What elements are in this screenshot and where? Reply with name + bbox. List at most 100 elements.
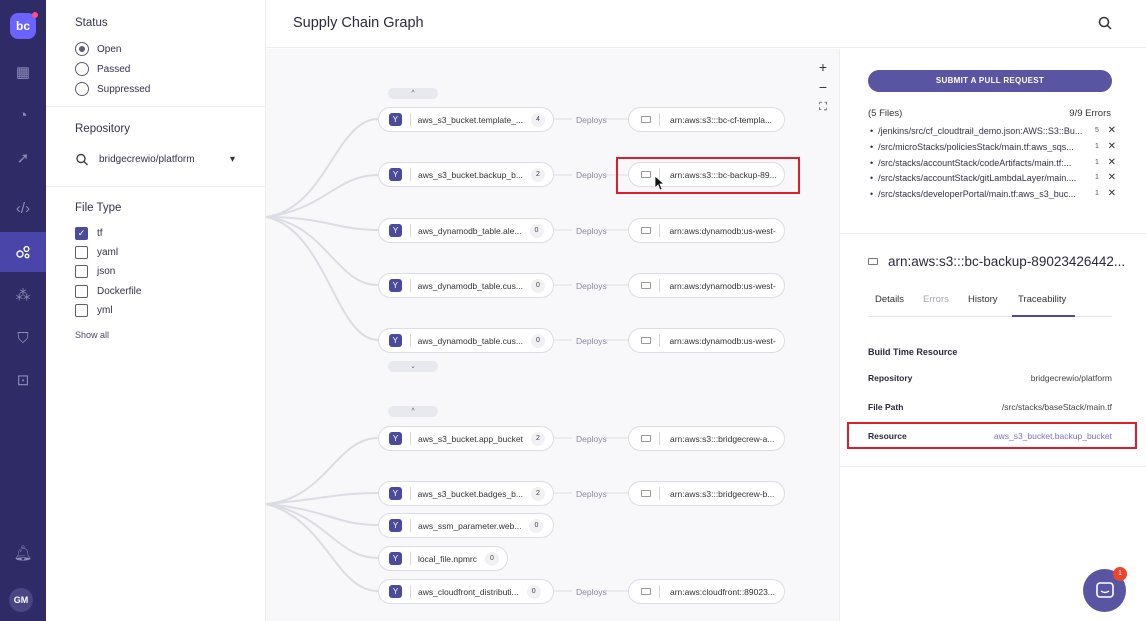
active-tab-indicator bbox=[1012, 315, 1075, 317]
fit-screen-button[interactable]: ⛶ bbox=[814, 97, 832, 117]
terraform-icon: Y bbox=[389, 168, 402, 181]
resource-node-label: aws_s3_bucket.app_bucket bbox=[418, 433, 523, 444]
error-count-badge: 2 bbox=[530, 167, 545, 182]
cloud-resource-node[interactable]: arn:aws:s3:::bridgecrew-a... bbox=[628, 426, 785, 451]
error-count-badge: 0 bbox=[526, 584, 541, 599]
status-open-radio[interactable]: Open bbox=[75, 42, 121, 56]
filetype-tf-checkbox[interactable]: ✓ tf bbox=[75, 227, 103, 240]
file-row[interactable]: •/jenkins/src/cf_cloudtrail_demo.json:AW… bbox=[870, 125, 1116, 136]
status-option-label: Suppressed bbox=[97, 83, 151, 95]
close-icon[interactable]: ✕ bbox=[1104, 172, 1116, 183]
tab-traceability[interactable]: Traceability bbox=[1018, 294, 1066, 305]
cloud-resource-icon bbox=[641, 227, 651, 234]
show-all-link[interactable]: Show all bbox=[75, 330, 109, 340]
close-icon[interactable]: ✕ bbox=[1104, 188, 1116, 199]
search-icon[interactable] bbox=[1098, 16, 1112, 30]
repository-value: bridgecrewio/platform bbox=[1030, 373, 1112, 383]
resource-node[interactable]: Y aws_ssm_parameter.web... 0 bbox=[378, 513, 554, 538]
resource-node[interactable]: Y aws_cloudfront_distributi... 0 bbox=[378, 579, 554, 604]
error-count-badge: 0 bbox=[529, 223, 544, 238]
zoom-out-button[interactable]: − bbox=[814, 77, 832, 97]
checkmark-icon: ✓ bbox=[75, 227, 88, 240]
integrations-icon[interactable]: ⊡ bbox=[0, 360, 46, 400]
file-row[interactable]: •/src/stacks/developerPortal/main.tf:aws… bbox=[870, 188, 1116, 199]
status-title: Status bbox=[75, 17, 108, 29]
filetype-yml-checkbox[interactable]: yml bbox=[75, 304, 113, 317]
launch-icon[interactable]: ➚ bbox=[0, 138, 46, 178]
cloud-resource-label: arn:aws:dynamodb:us-west-... bbox=[669, 280, 776, 291]
graph-icon[interactable] bbox=[0, 232, 46, 272]
submit-pull-request-button[interactable]: SUBMIT A PULL REQUEST bbox=[868, 70, 1112, 92]
divider bbox=[840, 233, 1146, 234]
repository-select[interactable]: bridgecrewio/platform ▾ bbox=[75, 153, 235, 166]
details-panel: SUBMIT A PULL REQUEST (5 Files) 9/9 Erro… bbox=[839, 49, 1146, 621]
cloud-resource-icon bbox=[641, 337, 651, 344]
close-icon[interactable]: ✕ bbox=[1104, 125, 1116, 136]
collapse-up-button[interactable]: ^ bbox=[388, 88, 438, 99]
resource-node-label: aws_s3_bucket.template_... bbox=[417, 114, 523, 125]
dashboard-icon[interactable]: ▦ bbox=[0, 52, 46, 92]
collapse-up-button[interactable]: ^ bbox=[388, 406, 438, 417]
bell-icon[interactable]: 🔔︎ bbox=[0, 533, 46, 573]
cloud-resource-node[interactable]: arn:aws:cloudfront::89023... bbox=[628, 579, 785, 604]
shield-icon[interactable]: ⛉ bbox=[0, 318, 46, 358]
filter-panel: Status Open Passed Suppressed Repository… bbox=[46, 0, 266, 621]
chat-button[interactable]: 1 bbox=[1083, 567, 1127, 612]
user-avatar[interactable]: GM bbox=[9, 588, 33, 612]
cloud-resource-node[interactable]: arn:aws:s3:::bc-cf-templa... bbox=[628, 107, 785, 132]
status-suppressed-radio[interactable]: Suppressed bbox=[75, 82, 150, 96]
edge-label: Deploys bbox=[576, 336, 607, 346]
cloud-resource-icon bbox=[641, 435, 651, 442]
tab-history[interactable]: History bbox=[968, 294, 998, 305]
cloud-resource-node[interactable]: arn:aws:dynamodb:us-west-... bbox=[628, 273, 785, 298]
divider bbox=[46, 186, 266, 187]
incidents-icon[interactable]: ◔ bbox=[0, 95, 46, 135]
zoom-controls: + − ⛶ bbox=[814, 57, 832, 117]
file-row[interactable]: •/src/microStacks/policiesStack/main.tf:… bbox=[870, 141, 1116, 152]
resource-node[interactable]: Y aws_s3_bucket.app_bucket 2 bbox=[378, 426, 554, 451]
status-passed-radio[interactable]: Passed bbox=[75, 62, 130, 76]
terraform-icon: Y bbox=[389, 487, 402, 500]
cloud-resource-label: arn:aws:cloudfront::89023... bbox=[670, 586, 775, 597]
file-row[interactable]: •/src/stacks/accountStack/gitLambdaLayer… bbox=[870, 172, 1116, 183]
close-icon[interactable]: ✕ bbox=[1104, 157, 1116, 168]
file-row[interactable]: •/src/stacks/accountStack/codeArtifacts/… bbox=[870, 157, 1116, 168]
tab-errors[interactable]: Errors bbox=[923, 294, 949, 305]
cloud-resource-node[interactable]: arn:aws:dynamodb:us-west-... bbox=[628, 328, 785, 353]
resources-icon[interactable]: ⁂ bbox=[0, 275, 46, 315]
checkbox-icon bbox=[75, 246, 88, 259]
resource-node[interactable]: Y aws_dynamodb_table.ale... 0 bbox=[378, 218, 554, 243]
notification-dot bbox=[32, 12, 38, 18]
graph-glyph bbox=[16, 245, 30, 259]
error-count-badge: 0 bbox=[531, 333, 545, 348]
resource-node-label: aws_dynamodb_table.ale... bbox=[418, 225, 522, 236]
supply-chain-graph[interactable]: + − ⛶ ^ ⌄ ^ Y aws_s3_bucket.template_...… bbox=[266, 49, 839, 621]
errors-count: 9/9 Errors bbox=[1069, 108, 1111, 119]
tab-details[interactable]: Details bbox=[875, 294, 904, 305]
terraform-icon: Y bbox=[389, 279, 402, 292]
close-icon[interactable]: ✕ bbox=[1104, 141, 1116, 152]
resource-node[interactable]: Y local_file.npmrc 0 bbox=[378, 546, 508, 571]
filetype-json-checkbox[interactable]: json bbox=[75, 265, 115, 278]
status-option-label: Open bbox=[97, 43, 122, 55]
cloud-resource-node[interactable]: arn:aws:s3:::bridgecrew-b... bbox=[628, 481, 785, 506]
filetype-yaml-checkbox[interactable]: yaml bbox=[75, 246, 118, 259]
resource-node-label: aws_ssm_parameter.web... bbox=[418, 520, 522, 531]
resource-node[interactable]: Y aws_dynamodb_table.cus... 0 bbox=[378, 273, 554, 298]
repository-title: Repository bbox=[75, 123, 130, 135]
filetype-dockerfile-checkbox[interactable]: Dockerfile bbox=[75, 285, 141, 298]
resource-node[interactable]: Y aws_s3_bucket.badges_b... 2 bbox=[378, 481, 554, 506]
file-error-count: 1 bbox=[1095, 143, 1099, 150]
zoom-in-button[interactable]: + bbox=[814, 57, 832, 77]
collapse-down-button[interactable]: ⌄ bbox=[388, 361, 438, 372]
resource-title-text: arn:aws:s3:::bc-backup-89023426442... bbox=[888, 254, 1126, 269]
resource-node[interactable]: Y aws_s3_bucket.backup_b... 2 bbox=[378, 162, 554, 187]
resource-node[interactable]: Y aws_dynamodb_table.cus... 0 bbox=[378, 328, 554, 353]
chevron-down-icon: ▾ bbox=[229, 154, 235, 165]
cloud-resource-node[interactable]: arn:aws:dynamodb:us-west-... bbox=[628, 218, 785, 243]
highlight-box bbox=[847, 422, 1137, 449]
resource-node[interactable]: Y aws_s3_bucket.template_... 4 bbox=[378, 107, 554, 132]
edge-label: Deploys bbox=[576, 226, 607, 236]
code-icon[interactable]: ‹/› bbox=[0, 188, 46, 228]
chat-icon bbox=[1095, 581, 1114, 598]
